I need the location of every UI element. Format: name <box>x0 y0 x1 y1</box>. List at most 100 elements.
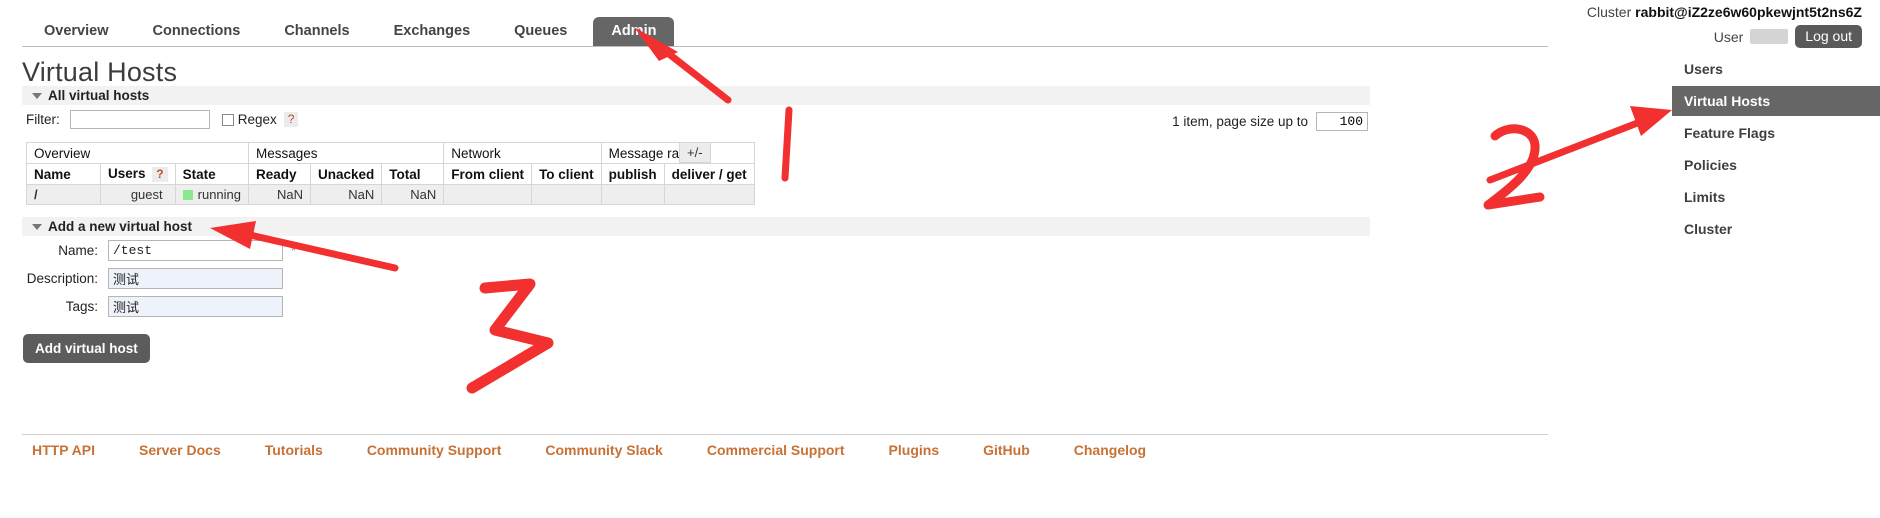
footer-link-http-api[interactable]: HTTP API <box>32 442 95 458</box>
paging-text: 1 item, page size up to <box>1172 114 1308 129</box>
regex-checkbox-wrap[interactable]: Regex ? <box>221 112 299 127</box>
add-virtual-host-button[interactable]: Add virtual host <box>23 334 150 363</box>
nav-tab-connections[interactable]: Connections <box>135 17 259 46</box>
column-toggle-button[interactable]: +/- <box>679 142 711 163</box>
footer-link-github[interactable]: GitHub <box>983 442 1030 458</box>
sidebar-item-users[interactable]: Users <box>1672 54 1880 84</box>
nav-tab-overview[interactable]: Overview <box>26 17 127 46</box>
nav-link-channels[interactable]: Channels <box>266 17 367 46</box>
nav-tab-admin[interactable]: Admin <box>593 17 675 46</box>
vhost-description-input[interactable] <box>108 268 283 289</box>
table-head: Overview Messages Network Message rates … <box>25 142 755 185</box>
nav-tab-exchanges[interactable]: Exchanges <box>376 17 489 46</box>
chevron-down-icon <box>32 92 42 99</box>
column-header-state[interactable]: State <box>174 163 250 185</box>
form-row-tags: Tags: <box>22 296 296 317</box>
section-title-all-vhosts: All virtual hosts <box>48 88 150 103</box>
nav-tab-queues[interactable]: Queues <box>496 17 585 46</box>
footer-link-tutorials[interactable]: Tutorials <box>265 442 323 458</box>
regex-label: Regex <box>237 112 277 127</box>
footer-link-community-slack[interactable]: Community Slack <box>545 442 662 458</box>
column-header-from-client[interactable]: From client <box>443 163 533 185</box>
table-group-header-row: Overview Messages Network Message rates <box>25 142 755 164</box>
sidebar-item-label: Feature Flags <box>1684 125 1776 141</box>
sidebar-item-virtual-hosts[interactable]: Virtual Hosts <box>1672 86 1880 116</box>
section-header-add-vhost[interactable]: Add a new virtual host <box>22 217 1370 236</box>
virtual-hosts-table: Overview Messages Network Message rates … <box>25 142 755 205</box>
footer-link-community-support[interactable]: Community Support <box>367 442 502 458</box>
cell-from-client <box>443 184 533 205</box>
group-header-overview: Overview <box>25 142 250 164</box>
sidebar-item-feature-flags[interactable]: Feature Flags <box>1672 118 1880 148</box>
regex-help-icon[interactable]: ? <box>283 112 299 127</box>
vhost-name-input[interactable] <box>108 240 283 261</box>
filter-label: Filter: <box>26 112 60 127</box>
nav-link-queues[interactable]: Queues <box>496 17 585 46</box>
cell-state-label: running <box>197 187 242 202</box>
logout-button[interactable]: Log out <box>1795 25 1862 48</box>
page-size-input[interactable] <box>1316 112 1368 131</box>
nav-link-exchanges[interactable]: Exchanges <box>376 17 489 46</box>
section-title-add-vhost: Add a new virtual host <box>48 219 193 234</box>
nav-link-connections[interactable]: Connections <box>135 17 259 46</box>
sidebar-item-policies[interactable]: Policies <box>1672 150 1880 180</box>
column-header-users[interactable]: Users ? <box>100 163 176 185</box>
column-header-deliver-get[interactable]: deliver / get <box>663 163 755 185</box>
page-title: Virtual Hosts <box>22 57 178 87</box>
cell-state: running <box>174 184 250 205</box>
cell-publish <box>600 184 665 205</box>
footer-link-commercial-support[interactable]: Commercial Support <box>707 442 845 458</box>
cell-to-client <box>531 184 602 205</box>
sidebar-item-cluster[interactable]: Cluster <box>1672 214 1880 244</box>
cell-ready: NaN <box>248 184 312 205</box>
column-header-unacked[interactable]: Unacked <box>310 163 383 185</box>
table-column-header-row: Name Users ? State Ready Unacked Total F… <box>26 163 755 185</box>
users-help-icon[interactable]: ? <box>152 167 168 182</box>
chevron-down-icon <box>32 223 42 230</box>
section-header-all-vhosts[interactable]: All virtual hosts <box>22 86 1370 105</box>
sidebar-item-limits[interactable]: Limits <box>1672 182 1880 212</box>
table-row[interactable]: / guest running NaN NaN NaN <box>26 184 755 205</box>
nav-tab-list: Overview Connections Channels Exchanges … <box>0 16 1548 46</box>
column-header-users-label: Users <box>108 166 146 181</box>
footer-link-plugins[interactable]: Plugins <box>889 442 940 458</box>
username-redacted <box>1750 29 1789 44</box>
form-row-description: Description: <box>22 268 296 289</box>
column-header-name[interactable]: Name <box>26 163 101 185</box>
status-indicator-icon <box>182 190 193 200</box>
paging-controls: 1 item, page size up to <box>1172 112 1368 131</box>
nav-link-admin[interactable]: Admin <box>593 17 675 46</box>
group-header-messages: Messages <box>248 142 445 164</box>
cluster-name: rabbit@iZ2ze6w60pkewjnt5t2ns6Z <box>1635 4 1862 20</box>
rabbitmq-management-page: Cluster rabbit@iZ2ze6w60pkewjnt5t2ns6Z U… <box>0 0 1880 518</box>
filter-input[interactable] <box>69 110 210 129</box>
sidebar-item-label: Cluster <box>1684 221 1733 237</box>
group-header-message-rates: Message rates <box>600 142 755 164</box>
cluster-line: Cluster rabbit@iZ2ze6w60pkewjnt5t2ns6Z <box>1587 4 1862 20</box>
column-header-ready[interactable]: Ready <box>248 163 312 185</box>
label-name: Name: <box>58 243 98 258</box>
add-vhost-form: Name: * Description: Tags: Add virtual h… <box>22 240 296 363</box>
column-header-publish[interactable]: publish <box>600 163 665 185</box>
admin-sidebar: Users Virtual Hosts Feature Flags Polici… <box>1672 54 1880 245</box>
cell-deliver-get <box>663 184 755 205</box>
footer-link-server-docs[interactable]: Server Docs <box>139 442 221 458</box>
regex-checkbox[interactable] <box>221 113 234 126</box>
annotation-arrow-virtual-hosts <box>1486 106 1672 184</box>
label-tags: Tags: <box>65 299 98 314</box>
label-description: Description: <box>26 271 98 286</box>
footer-links: HTTP API Server Docs Tutorials Community… <box>32 442 1146 458</box>
sidebar-item-label: Policies <box>1684 157 1737 173</box>
user-line: User Log out <box>1587 25 1862 48</box>
footer-link-changelog[interactable]: Changelog <box>1074 442 1146 458</box>
group-header-network: Network <box>443 142 602 164</box>
cell-name[interactable]: / <box>26 184 101 205</box>
column-header-to-client[interactable]: To client <box>531 163 602 185</box>
form-row-name: Name: * <box>22 240 296 261</box>
nav-tab-channels[interactable]: Channels <box>266 17 367 46</box>
footer-divider <box>22 434 1548 435</box>
vhost-tags-input[interactable] <box>108 296 283 317</box>
nav-divider <box>22 46 1548 47</box>
column-header-total[interactable]: Total <box>381 163 445 185</box>
nav-link-overview[interactable]: Overview <box>26 17 127 46</box>
